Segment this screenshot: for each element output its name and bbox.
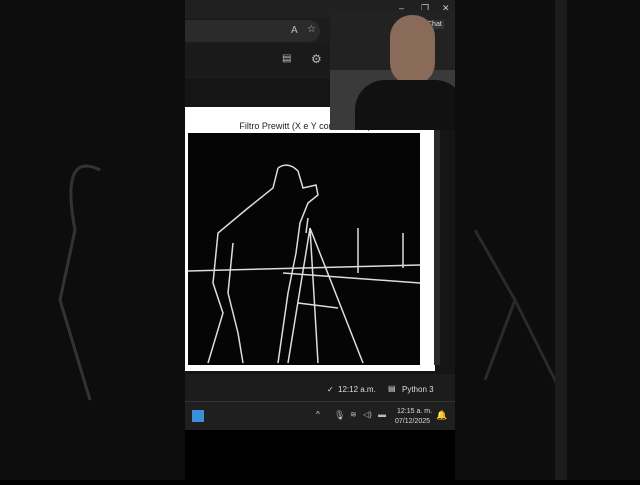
scrollbar[interactable] xyxy=(434,110,440,365)
blurred-background-left xyxy=(0,0,185,480)
prewitt-edge-image xyxy=(187,133,421,365)
favorite-star-icon[interactable]: ☆ xyxy=(307,24,316,35)
battery-icon[interactable]: ▬ xyxy=(378,410,386,419)
webcam-overlay: Chat xyxy=(330,10,455,130)
read-aloud-icon[interactable]: A xyxy=(291,25,298,36)
status-bar: ✓ 12:12 a.m. ▤ Python 3 xyxy=(185,380,455,400)
clock-date[interactable]: 07/12/2025 xyxy=(395,418,430,425)
wifi-icon[interactable]: ≋ xyxy=(350,410,357,419)
volume-icon[interactable]: ◁) xyxy=(363,410,372,419)
comment-icon[interactable]: ▤ xyxy=(282,53,291,64)
person-face xyxy=(390,15,435,85)
kernel-name[interactable]: Python 3 xyxy=(402,385,434,394)
notification-bell-icon[interactable]: 🔔 xyxy=(436,410,447,421)
execution-time: 12:12 a.m. xyxy=(338,385,376,394)
chevron-up-icon[interactable]: ^ xyxy=(316,410,320,419)
checkmark-icon: ✓ xyxy=(327,385,334,394)
settings-gear-icon[interactable]: ⚙ xyxy=(311,52,322,66)
person-shirt xyxy=(355,80,455,130)
blurred-background-right xyxy=(455,0,640,480)
plot-figure: Filtro Prewitt (X e Y combinados) xyxy=(185,107,435,371)
address-bar[interactable]: A ☆ xyxy=(185,20,320,42)
clock-time[interactable]: 12:15 a. m. xyxy=(397,408,432,415)
kernel-icon: ▤ xyxy=(388,384,396,393)
taskbar: ^ 🎙 ≋ ◁) ▬ 12:15 a. m. 07/12/2025 🔔 xyxy=(185,401,455,430)
microphone-icon[interactable]: 🎙 xyxy=(334,410,345,421)
photos-app-icon[interactable] xyxy=(192,410,204,422)
